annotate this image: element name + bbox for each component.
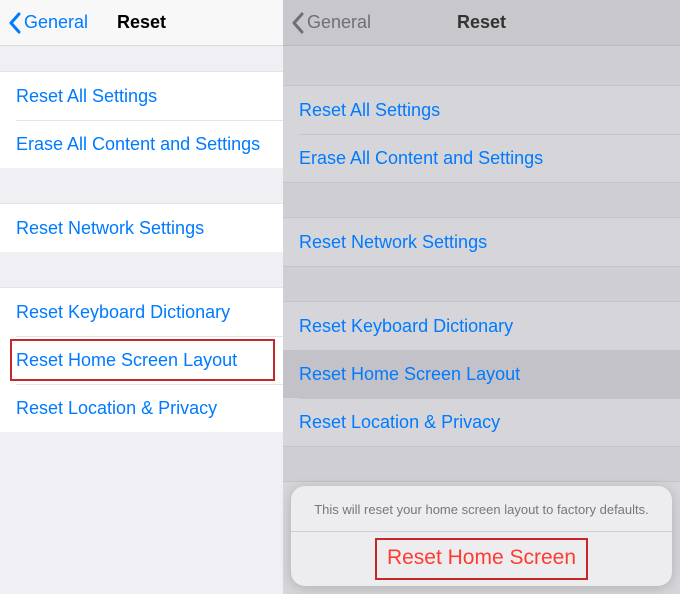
- row-reset-all-settings[interactable]: Reset All Settings: [0, 72, 283, 120]
- back-label: General: [24, 12, 88, 33]
- action-sheet-message: This will reset your home screen layout …: [291, 486, 672, 532]
- row-reset-network[interactable]: Reset Network Settings: [0, 204, 283, 252]
- back-button[interactable]: General: [291, 12, 371, 34]
- button-label: Reset Home Screen: [387, 546, 576, 569]
- row-label: Reset Keyboard Dictionary: [16, 302, 230, 323]
- row-label: Reset Keyboard Dictionary: [299, 316, 513, 337]
- row-label: Reset Location & Privacy: [16, 398, 217, 419]
- row-erase-all-content[interactable]: Erase All Content and Settings: [0, 120, 283, 168]
- row-label: Reset Home Screen Layout: [299, 364, 520, 385]
- reset-home-screen-confirm-button[interactable]: Reset Home Screen: [291, 532, 672, 586]
- section-gap: [0, 252, 283, 288]
- group-other: Reset Keyboard Dictionary Reset Home Scr…: [0, 288, 283, 432]
- row-reset-home-screen[interactable]: Reset Home Screen Layout: [283, 350, 680, 398]
- row-reset-home-screen[interactable]: Reset Home Screen Layout: [0, 336, 283, 384]
- group-network: Reset Network Settings: [0, 204, 283, 252]
- row-label: Reset Network Settings: [299, 232, 487, 253]
- row-label: Reset All Settings: [299, 100, 440, 121]
- action-sheet: This will reset your home screen layout …: [291, 486, 672, 586]
- row-label: Reset Network Settings: [16, 218, 204, 239]
- nav-bar: General Reset: [283, 0, 680, 46]
- chevron-left-icon: [8, 12, 22, 34]
- section-gap: [283, 266, 680, 302]
- group-network: Reset Network Settings: [283, 218, 680, 266]
- reset-settings-pane-right: General Reset Reset All Settings Erase A…: [283, 0, 680, 594]
- section-gap: [0, 46, 283, 72]
- row-label: Reset Home Screen Layout: [16, 350, 237, 371]
- reset-settings-pane-left: General Reset Reset All Settings Erase A…: [0, 0, 283, 594]
- row-reset-keyboard[interactable]: Reset Keyboard Dictionary: [283, 302, 680, 350]
- row-reset-location[interactable]: Reset Location & Privacy: [283, 398, 680, 446]
- page-title: Reset: [457, 12, 506, 33]
- row-label: Reset Location & Privacy: [299, 412, 500, 433]
- section-gap: [283, 446, 680, 482]
- row-reset-keyboard[interactable]: Reset Keyboard Dictionary: [0, 288, 283, 336]
- row-reset-all-settings[interactable]: Reset All Settings: [283, 86, 680, 134]
- group-general-reset: Reset All Settings Erase All Content and…: [283, 86, 680, 182]
- page-title: Reset: [117, 12, 166, 33]
- section-gap: [283, 182, 680, 218]
- back-button[interactable]: General: [8, 12, 88, 34]
- group-other: Reset Keyboard Dictionary Reset Home Scr…: [283, 302, 680, 446]
- section-gap: [283, 46, 680, 86]
- row-label: Reset All Settings: [16, 86, 157, 107]
- back-label: General: [307, 12, 371, 33]
- row-reset-location[interactable]: Reset Location & Privacy: [0, 384, 283, 432]
- group-general-reset: Reset All Settings Erase All Content and…: [0, 72, 283, 168]
- row-reset-network[interactable]: Reset Network Settings: [283, 218, 680, 266]
- row-label: Erase All Content and Settings: [299, 148, 543, 169]
- chevron-left-icon: [291, 12, 305, 34]
- row-label: Erase All Content and Settings: [16, 134, 260, 155]
- action-sheet-overlay: This will reset your home screen layout …: [283, 478, 680, 594]
- nav-bar: General Reset: [0, 0, 283, 46]
- section-gap: [0, 168, 283, 204]
- row-erase-all-content[interactable]: Erase All Content and Settings: [283, 134, 680, 182]
